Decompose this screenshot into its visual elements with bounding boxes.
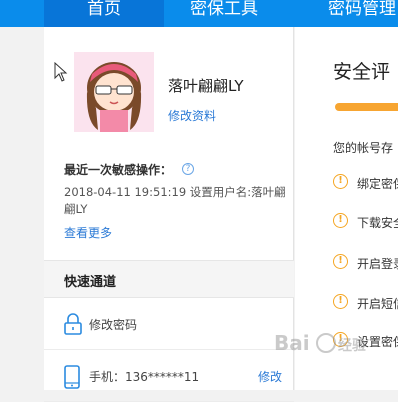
tab-security-tools[interactable]: 密保工具 [164,0,284,27]
warning-icon: ! [333,174,348,189]
tip-label: 开启短信 [357,297,398,311]
warning-icon: ! [333,294,348,309]
quick-access-title: 快速通道 [64,275,117,290]
avatar-illustration [74,52,154,132]
left-panel: 落叶翩翩LY 修改资料 最近一次敏感操作： ? 2018-04-11 19:51… [44,27,294,402]
phone-number-label: 手机：136******11 [89,370,200,384]
sensitive-operation-label: 最近一次敏感操作： [64,163,173,177]
change-password-label: 修改密码 [89,318,138,332]
tip-label: 绑定密保 [357,177,398,191]
edit-profile-link[interactable]: 修改资料 [168,107,216,124]
quick-access-header: 快速通道 [44,260,294,298]
warning-icon: ! [333,213,348,228]
tip-label: 下载安全 [357,216,398,230]
question-circle-icon[interactable]: ? [182,163,194,175]
top-nav: 首页 密保工具 密码管理 [0,0,398,27]
tab-password-management[interactable]: 密码管理 [300,0,398,27]
change-password-row[interactable]: 修改密码 [44,298,294,350]
account-status-text: 您的帐号存 [333,141,394,155]
change-phone-link[interactable]: 修改 [258,368,282,385]
security-title: 安全评 [333,61,391,83]
baidu-watermark: Bai 经验 [270,322,398,362]
svg-text:经验: 经验 [338,337,367,354]
view-more-link[interactable]: 查看更多 [64,224,112,241]
mouse-cursor-icon [54,61,68,86]
svg-text:Bai: Bai [274,331,310,355]
username: 落叶翩翩LY [168,77,244,95]
lock-icon [64,313,82,339]
tip-label: 开启登录 [357,257,398,271]
tab-home[interactable]: 首页 [44,0,164,27]
phone-icon [64,365,80,393]
avatar[interactable] [74,52,154,132]
phone-row: 手机：136******11 修改 [44,350,294,402]
warning-icon: ! [333,254,348,269]
sensitive-operation-detail: 2018-04-11 19:51:19 设置用户名:落叶翩翩LY [64,185,286,216]
security-score-bar [335,103,398,111]
